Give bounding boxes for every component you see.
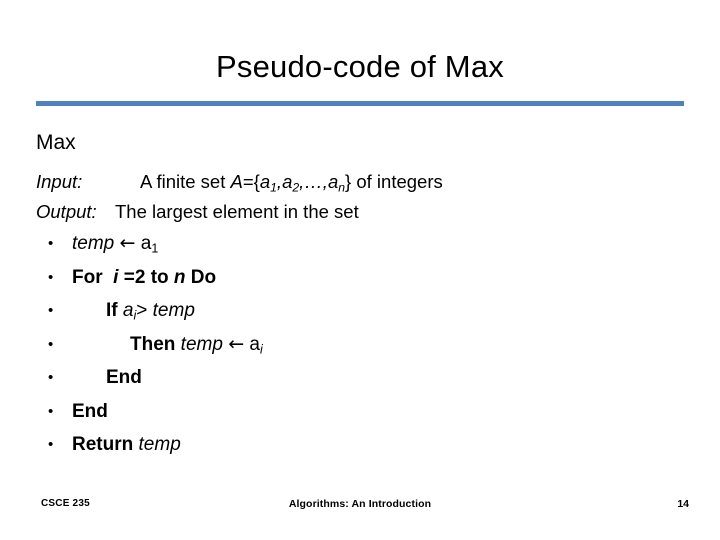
token: > [136,300,153,321]
token: Then [130,333,176,355]
token: to [150,266,169,288]
pseudocode-steps: • temp ← a1 • For i =2 to n Do • If ai> temp •… [36,227,696,462]
subscript: i [259,342,263,356]
token: a [135,233,152,254]
output-line: Output: The largest element in the set [36,197,696,227]
token: ← [119,232,136,254]
token: n [173,266,186,288]
token: Do [185,266,217,288]
pseudocode-step: • Return temp [36,428,696,462]
pseudocode-step-text: If ai> temp [48,294,195,328]
bullet-icon: • [48,335,54,353]
pseudocode-step-text: Return temp [48,428,181,462]
input-element-an-subscript: n [338,180,346,195]
token: End [106,367,142,388]
token: If [106,300,118,321]
token: For [72,266,103,288]
output-label: Output: [36,201,97,222]
subscript: 1 [151,241,159,256]
token: a [244,333,260,355]
bullet-icon: • [48,369,54,386]
token: temp [152,300,195,321]
pseudocode-step-text: Then temp ← ai [48,328,263,362]
token: Return [72,434,134,455]
bullet-icon: • [48,302,54,319]
algorithm-name: Max [36,131,76,154]
input-line: Input: A finite set A={a1,a2,…,an} of int… [36,167,696,197]
bullet-icon: • [48,268,54,286]
bullet-icon: • [48,436,54,453]
token: =2 [118,266,151,288]
pseudocode-step: • temp ← a1 [36,227,696,261]
pseudocode-step: • End [36,395,696,429]
pseudocode-step-text: End [48,361,142,395]
slide: Pseudo-code of Max Max Input: A finite se… [0,0,720,540]
bullet-icon: • [48,235,54,252]
pseudocode-step: • End [36,361,696,395]
token: temp [138,434,181,455]
input-text-prefix: A finite set [140,171,231,192]
input-set-open: ={ [242,171,260,192]
bullet-icon: • [48,402,54,420]
title-divider-rule [36,101,684,106]
pseudocode-step-text: For i =2 to n Do [48,261,216,295]
input-element-a1: a [259,171,271,192]
page-title: Pseudo-code of Max [216,49,504,84]
pseudocode-step: • For i =2 to n Do [36,261,696,295]
input-label: Input: [36,171,83,192]
input-ellipsis: ,…, [299,171,328,192]
input-set-variable: A [230,171,243,192]
input-element-an: a [327,171,339,192]
pseudocode-step-text: temp ← a1 [48,227,158,261]
footer-subject: Algorithms: An Introduction [288,498,432,510]
page-number: 14 [677,498,689,510]
token: temp [180,333,223,355]
slide-footer: CSCE 235 Algorithms: An Introduction 14 [0,498,720,520]
slide-body: Max Input: A finite set A={a1,a2,…,an} of… [36,126,696,462]
output-text: The largest element in the set [115,201,359,222]
input-element-a1-subscript: 1 [270,180,277,195]
input-element-a2: a [282,171,293,192]
token: temp [72,233,115,254]
token: ← [228,332,245,355]
pseudocode-step: • Then temp ← ai [36,328,696,362]
input-set-close: } of integers [345,171,443,192]
token: a [122,300,134,321]
pseudocode-step: • If ai> temp [36,294,696,328]
token: End [72,400,108,422]
